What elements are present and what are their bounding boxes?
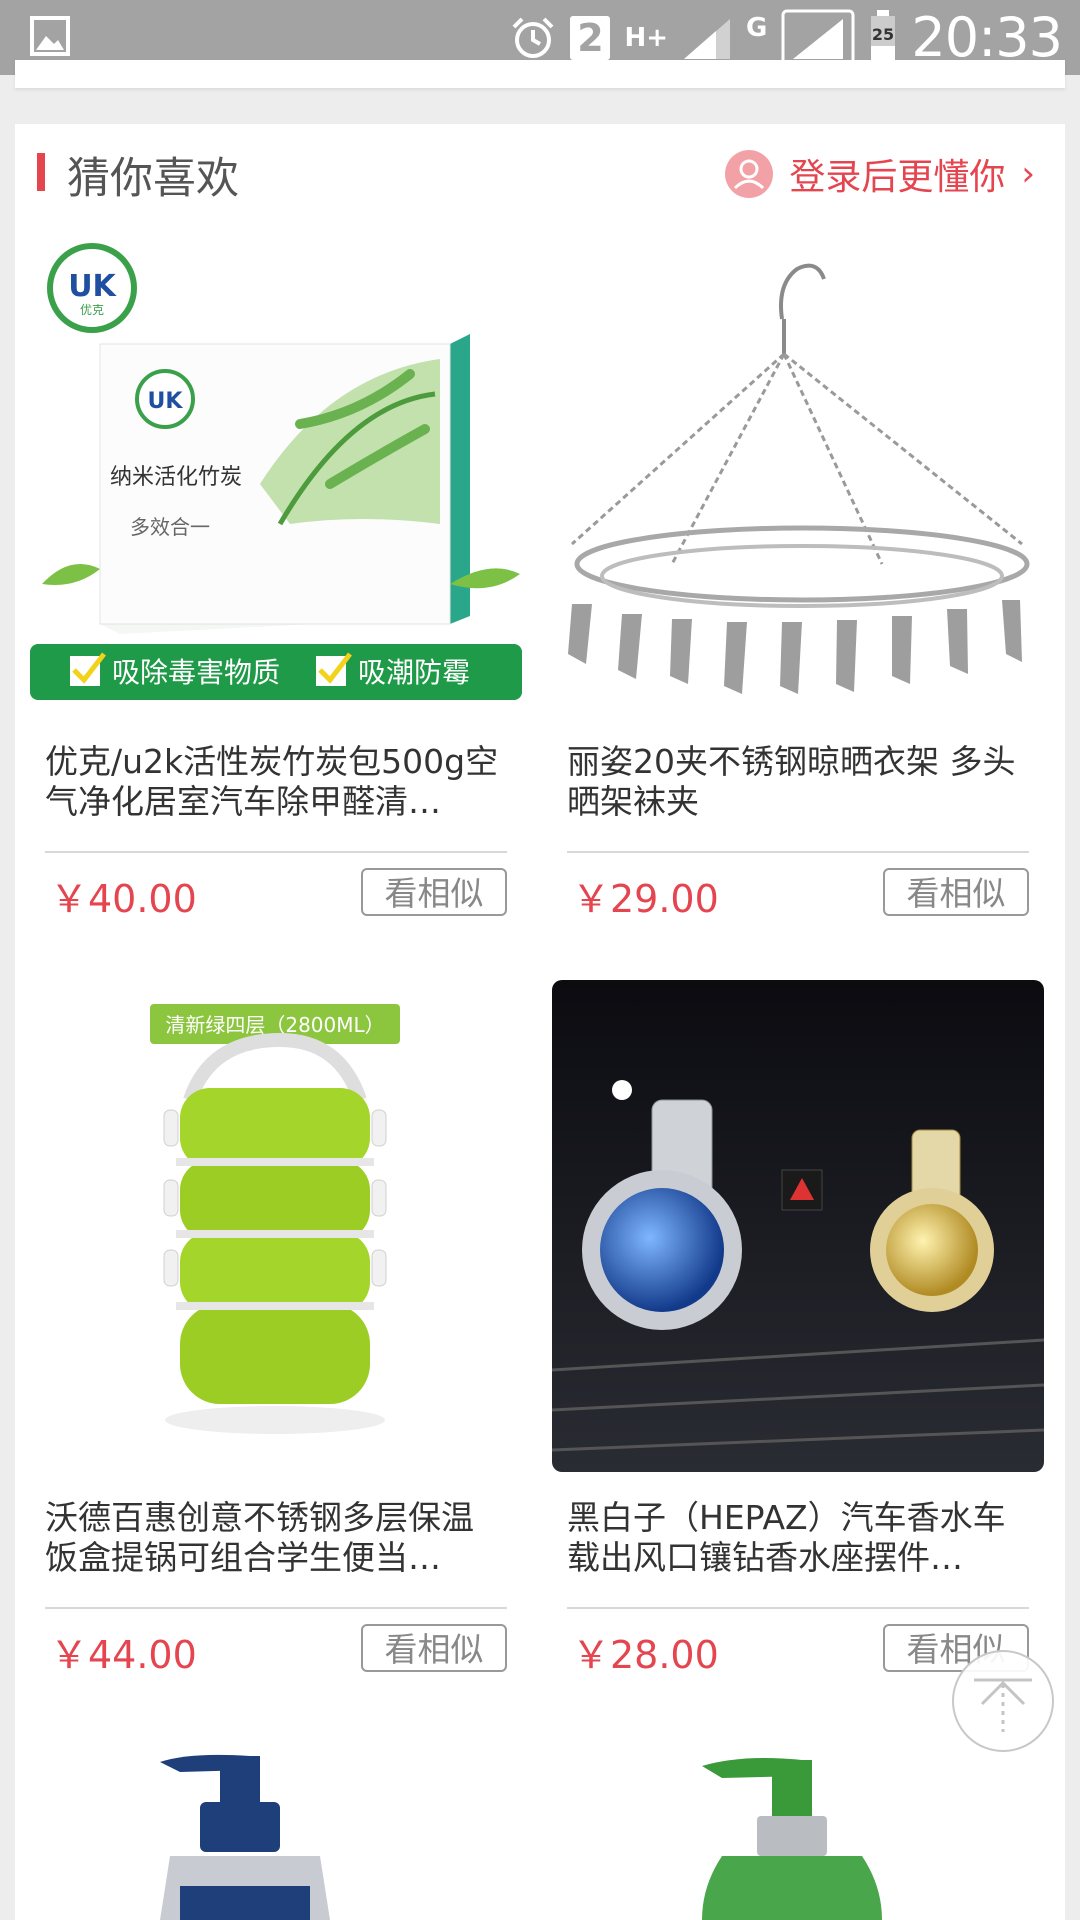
recommend-card: 猜你喜欢 登录后更懂你 › UK 优克 UK 纳米活化竹炭 多效合一 吸除毒害物… [15, 124, 1065, 1920]
product-price: ￥44.00 [50, 1633, 197, 1677]
image-banner-2: 吸潮防霉 [358, 656, 470, 689]
brand-sub: 优克 [80, 303, 104, 317]
product-title[interactable]: 优克/u2k活性炭竹炭包500g空气净化居室汽车除甲醛清… [45, 742, 505, 822]
divider [45, 851, 507, 853]
box-side-text: 多效合一 [130, 515, 210, 539]
alarm-icon [513, 17, 554, 58]
previous-card-edge [15, 60, 1065, 88]
product-price: ￥28.00 [572, 1633, 719, 1677]
product-image[interactable]: UK 优克 UK 纳米活化竹炭 多效合一 吸除毒害物质 吸潮防霉 [30, 224, 522, 716]
pump-bottle-icon [30, 1736, 522, 1920]
product-image[interactable] [552, 980, 1044, 1472]
network-type-g: G [746, 12, 768, 43]
divider [45, 1607, 507, 1609]
login-prompt: 登录后更懂你 [789, 157, 1006, 198]
section-title: 猜你喜欢 [67, 154, 239, 204]
product-price: ￥40.00 [50, 877, 197, 921]
image-banner-1: 吸除毒害物质 [112, 656, 280, 689]
product-card[interactable] [552, 1736, 1044, 1920]
product-title[interactable]: 丽姿20夹不锈钢晾晒衣架 多头晒架袜夹 [567, 742, 1027, 822]
battery-level: 25 [872, 25, 894, 44]
see-similar-button[interactable]: 看相似 [361, 868, 507, 916]
divider [567, 851, 1029, 853]
divider [567, 1607, 1029, 1609]
wifi-signal-icon [781, 9, 855, 66]
sim-badge: 2 [570, 15, 611, 60]
login-link[interactable]: 登录后更懂你 › [725, 148, 1035, 200]
signal-icon [684, 18, 731, 59]
clothes-hanger-icon [552, 224, 1044, 716]
back-to-top-button[interactable] [952, 1650, 1054, 1752]
product-price: ￥29.00 [572, 877, 719, 921]
see-similar-button[interactable]: 看相似 [883, 868, 1029, 916]
brand-badge: UK [68, 269, 117, 304]
user-avatar-icon [725, 150, 774, 198]
battery-icon: 25 [871, 9, 896, 64]
see-similar-button[interactable]: 看相似 [361, 1624, 507, 1672]
pump-bottle-icon [552, 1736, 1044, 1920]
product-image[interactable]: 清新绿四层（2800ML） [30, 980, 522, 1472]
svg-text:UK: UK [148, 389, 184, 414]
chevron-right-icon: › [1021, 154, 1035, 194]
product-title[interactable]: 沃德百惠创意不锈钢多层保温饭盒提锅可组合学生便当… [45, 1498, 505, 1578]
product-image[interactable] [552, 224, 1044, 716]
gallery-icon [30, 16, 70, 56]
network-type-h: H+ [624, 22, 669, 53]
box-text: 纳米活化竹炭 [110, 465, 242, 490]
car-perfume-icon [552, 980, 1044, 1472]
product-title[interactable]: 黑白子（HEPAZ）汽车香水车载出风口镶钻香水座摆件… [567, 1498, 1027, 1578]
arrow-up-icon [974, 1678, 1032, 1732]
section-header: 猜你喜欢 登录后更懂你 › [15, 124, 1065, 224]
accent-bar [37, 153, 45, 191]
product-card[interactable] [30, 1736, 522, 1920]
